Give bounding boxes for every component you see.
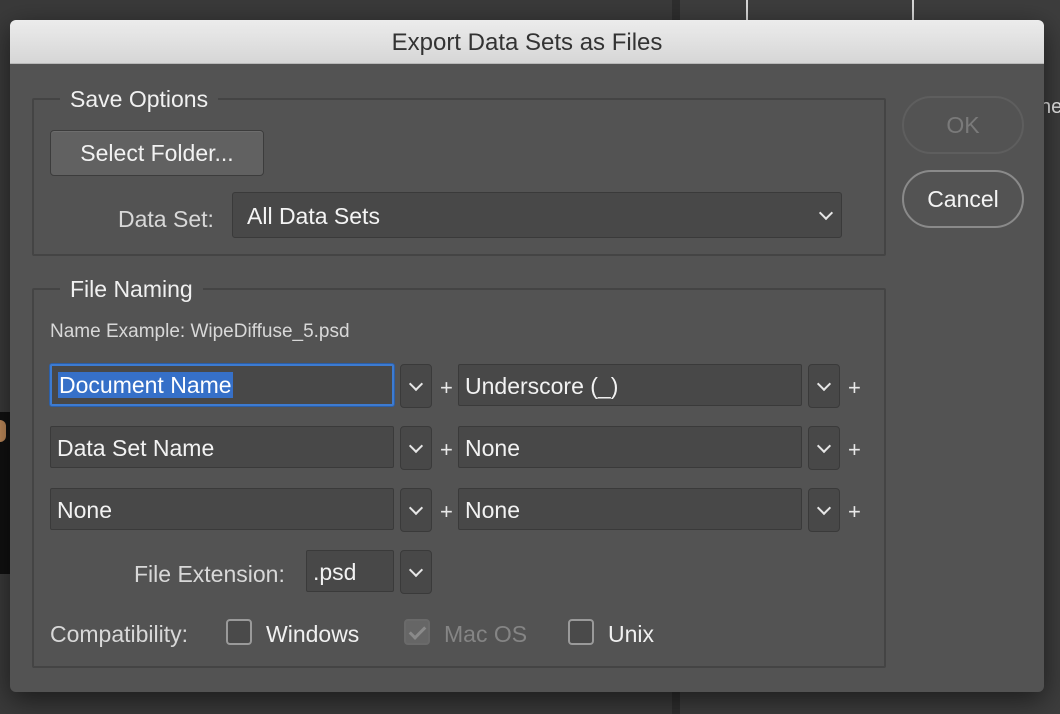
data-set-label: Data Set: <box>118 206 214 232</box>
data-set-value: All Data Sets <box>247 203 380 229</box>
windows-label: Windows <box>266 621 360 647</box>
macos-checkbox <box>404 619 430 645</box>
chevron-down-icon <box>408 562 424 578</box>
naming-field-1-left-value: Document Name <box>58 372 233 398</box>
chevron-down-icon <box>816 376 832 392</box>
naming-field-1-left[interactable]: Document Name <box>50 364 394 406</box>
naming-dropdown-1-right[interactable] <box>808 364 840 408</box>
name-example: Name Example: WipeDiffuse_5.psd <box>50 321 350 342</box>
naming-field-3-left[interactable]: None <box>50 488 394 530</box>
plus-symbol: + <box>848 437 861 462</box>
chevron-down-icon <box>818 205 834 221</box>
plus-symbol: + <box>848 375 861 400</box>
select-folder-button[interactable]: Select Folder... <box>50 130 264 176</box>
naming-field-2-left-value: Data Set Name <box>57 435 215 461</box>
chevron-down-icon <box>408 438 424 454</box>
data-set-select[interactable]: All Data Sets <box>232 192 842 238</box>
background-line <box>746 0 748 22</box>
naming-field-3-right[interactable]: None <box>458 488 802 530</box>
unix-label: Unix <box>608 621 655 647</box>
chevron-down-icon <box>816 500 832 516</box>
chevron-down-icon <box>816 438 832 454</box>
naming-field-2-right-value: None <box>465 435 520 461</box>
file-naming-group <box>32 288 886 668</box>
naming-dropdown-1-left[interactable] <box>400 364 432 408</box>
ok-button[interactable]: OK <box>902 96 1024 154</box>
naming-dropdown-3-left[interactable] <box>400 488 432 532</box>
naming-dropdown-3-right[interactable] <box>808 488 840 532</box>
naming-field-1-right-value: Underscore (_) <box>465 373 619 399</box>
plus-symbol: + <box>440 499 453 524</box>
file-extension-dropdown[interactable] <box>400 550 432 594</box>
compatibility-label: Compatibility: <box>50 621 189 647</box>
unix-checkbox[interactable] <box>568 619 594 645</box>
file-naming-title: File Naming <box>60 276 203 303</box>
cancel-button[interactable]: Cancel <box>902 170 1024 228</box>
checkmark-icon <box>408 622 427 640</box>
naming-field-2-right[interactable]: None <box>458 426 802 468</box>
background-canvas-edge <box>0 420 6 442</box>
macos-label: Mac OS <box>444 621 528 647</box>
naming-field-3-right-value: None <box>465 497 520 523</box>
plus-symbol: + <box>848 499 861 524</box>
naming-field-1-right[interactable]: Underscore (_) <box>458 364 802 406</box>
chevron-down-icon <box>408 376 424 392</box>
naming-dropdown-2-left[interactable] <box>400 426 432 470</box>
export-data-sets-dialog: Export Data Sets as Files Save Options S… <box>10 20 1044 692</box>
plus-symbol: + <box>440 437 453 462</box>
plus-symbol: + <box>440 375 453 400</box>
naming-dropdown-2-right[interactable] <box>808 426 840 470</box>
naming-field-2-left[interactable]: Data Set Name <box>50 426 394 468</box>
naming-field-3-left-value: None <box>57 497 112 523</box>
file-extension-label: File Extension: <box>134 561 285 587</box>
file-extension-field[interactable]: .psd <box>306 550 394 592</box>
file-extension-value: .psd <box>313 559 357 585</box>
windows-checkbox[interactable] <box>226 619 252 645</box>
chevron-down-icon <box>408 500 424 516</box>
save-options-title: Save Options <box>60 86 219 113</box>
dialog-title: Export Data Sets as Files <box>10 20 1044 64</box>
background-line <box>912 0 914 22</box>
